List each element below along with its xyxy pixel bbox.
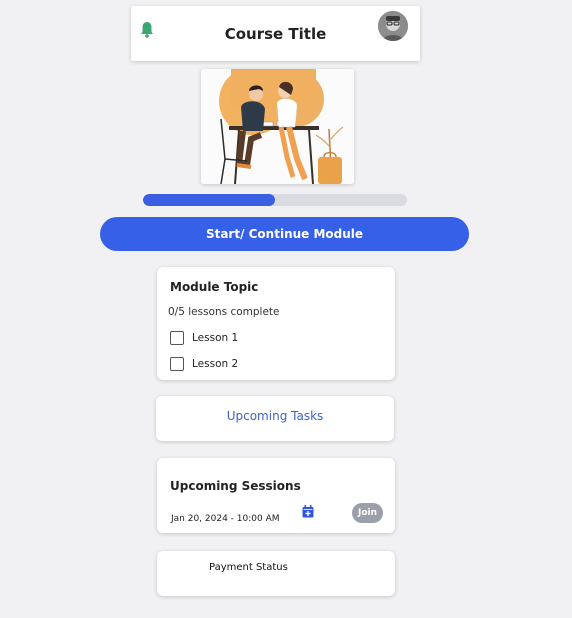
- lesson-label: Lesson 2: [192, 358, 239, 370]
- payment-status-card[interactable]: Payment Status: [157, 551, 395, 596]
- module-progress-bar: [143, 194, 407, 206]
- join-session-button[interactable]: Join: [352, 503, 383, 523]
- session-datetime: Jan 20, 2024 - 10:00 AM: [171, 514, 280, 524]
- module-title: Module Topic: [170, 280, 259, 294]
- sessions-title: Upcoming Sessions: [170, 479, 301, 493]
- upcoming-tasks-card[interactable]: Upcoming Tasks: [156, 396, 394, 441]
- payment-status-label: Payment Status: [209, 562, 288, 573]
- header-bar: Course Title: [131, 6, 420, 61]
- lesson-item[interactable]: Lesson 2: [170, 356, 238, 372]
- module-topic-card: Module Topic 0/5 lessons complete Lesson…: [157, 267, 395, 380]
- lesson-checkbox[interactable]: [170, 331, 184, 345]
- upcoming-sessions-card: Upcoming Sessions Jan 20, 2024 - 10:00 A…: [157, 458, 395, 533]
- course-illustration: [201, 69, 354, 184]
- start-continue-module-button[interactable]: Start/ Continue Module: [100, 217, 469, 251]
- lessons-complete-text: 0/5 lessons complete: [168, 306, 280, 318]
- calendar-add-icon[interactable]: [302, 505, 314, 518]
- avatar[interactable]: [378, 11, 408, 41]
- lesson-item[interactable]: Lesson 1: [170, 330, 238, 346]
- upcoming-tasks-link[interactable]: Upcoming Tasks: [156, 409, 394, 423]
- module-progress-fill: [143, 194, 275, 206]
- lesson-label: Lesson 1: [192, 332, 239, 344]
- page-title: Course Title: [224, 25, 327, 43]
- lesson-checkbox[interactable]: [170, 357, 184, 371]
